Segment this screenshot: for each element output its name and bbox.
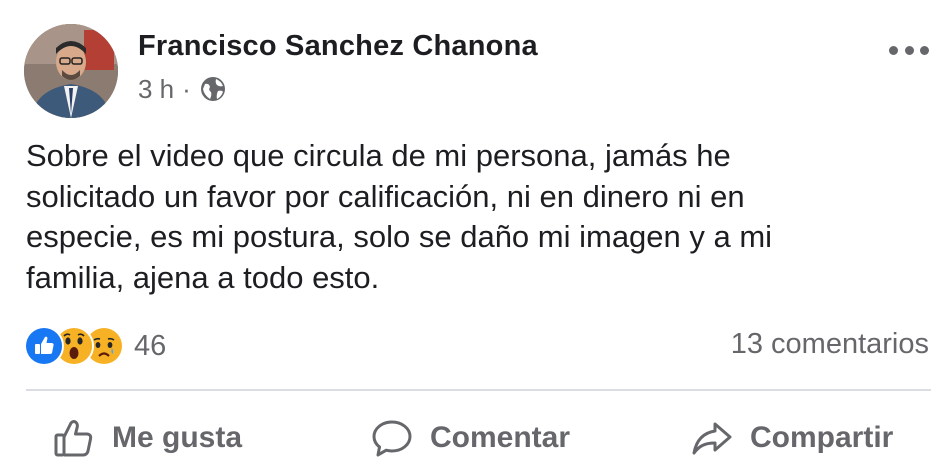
comment-label: Comentar [430,421,571,454]
meta-separator: · [182,73,191,104]
like-button[interactable]: Me gusta [52,405,242,471]
post-actions-bar: Me gusta Comentar Compartir [0,405,939,471]
share-button[interactable]: Compartir [690,405,893,471]
like-reaction-icon [24,326,64,366]
author-name[interactable]: Francisco Sanchez Chanona [138,30,538,63]
author-avatar[interactable] [24,24,118,118]
thumbs-up-icon [52,416,96,460]
comments-count[interactable]: 13 comentarios [731,328,929,361]
post-text: Sobre el video que circula de mi persona… [26,138,773,295]
reactions-summary[interactable]: 46 [24,326,166,366]
post-meta: 3 h · [138,74,227,104]
divider [26,389,931,391]
like-label: Me gusta [112,421,243,454]
facebook-post: Francisco Sanchez Chanona 3 h · Sobre el… [0,0,939,475]
comment-bubble-icon [370,416,414,460]
comment-button[interactable]: Comentar [370,405,570,471]
post-time[interactable]: 3 h [138,74,174,105]
globe-icon[interactable] [199,75,227,103]
more-options-icon[interactable] [889,38,929,62]
share-label: Compartir [750,421,894,454]
share-arrow-icon [690,416,734,460]
reaction-count: 46 [134,329,167,362]
